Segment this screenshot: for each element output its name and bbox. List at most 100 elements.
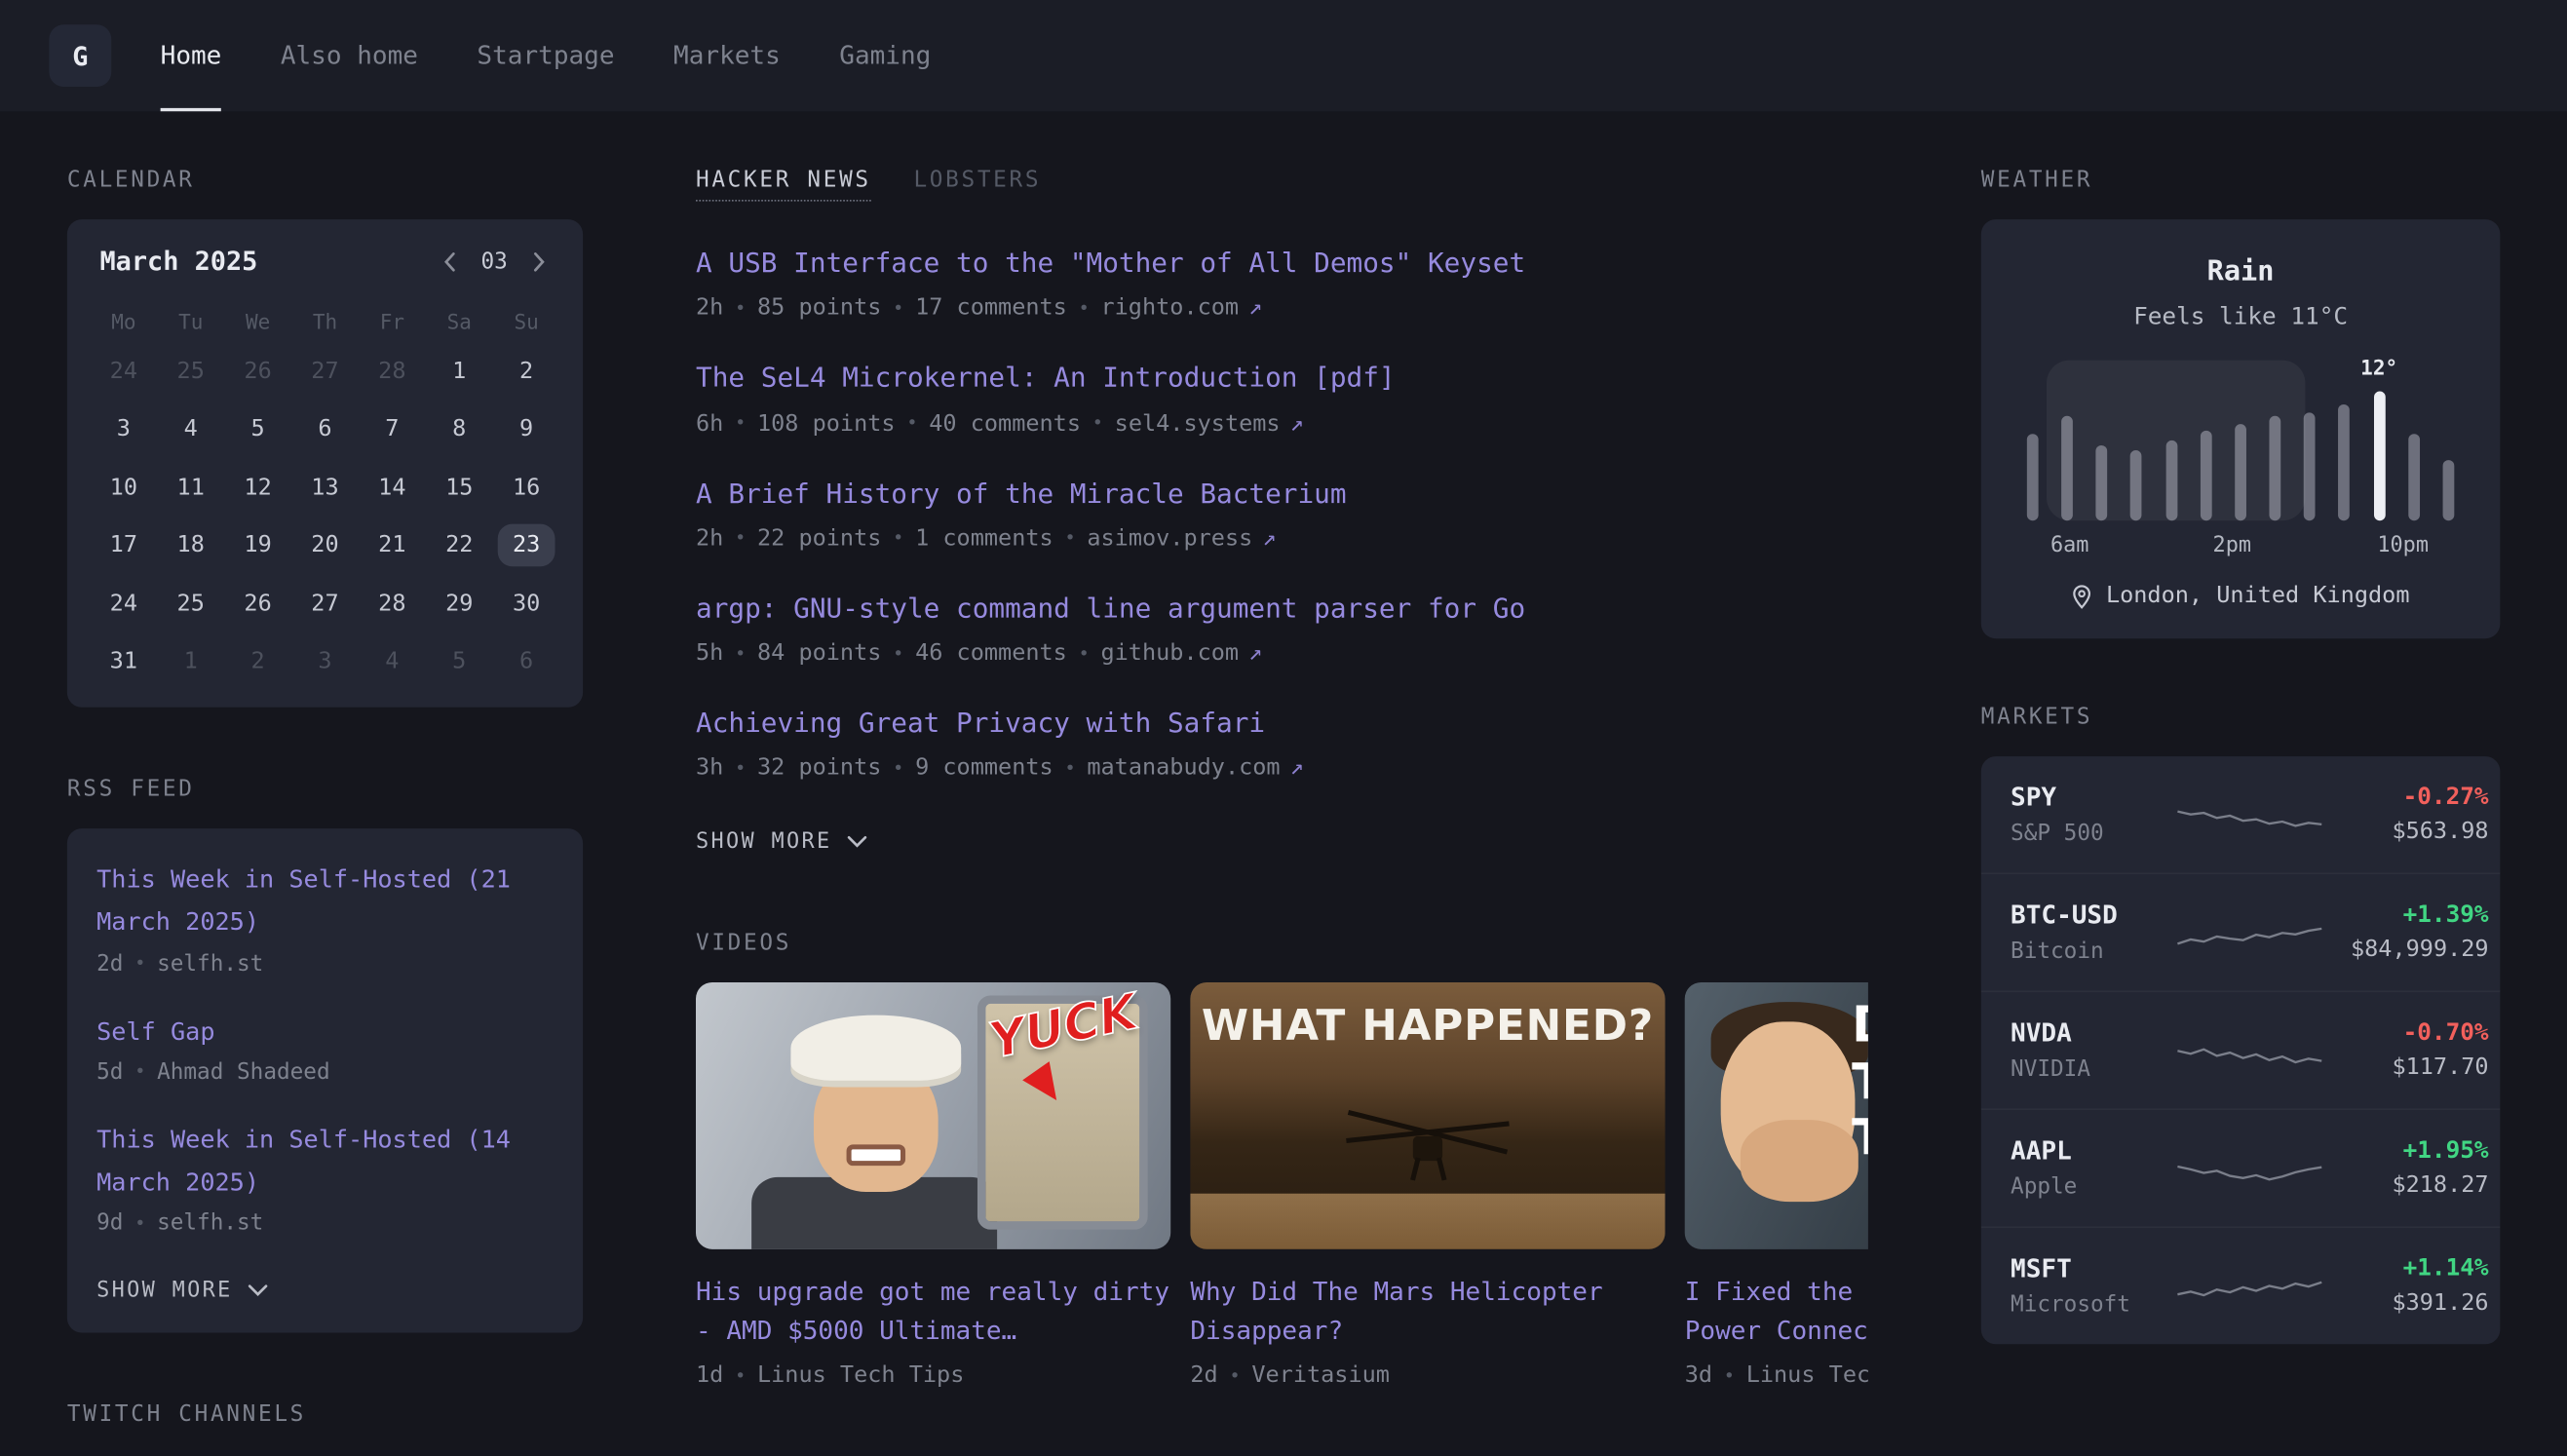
weather-bar [2442, 460, 2454, 520]
widget-title-weather: WEATHER [1981, 167, 2501, 193]
calendar-day[interactable]: 8 [426, 401, 493, 459]
video-meta: 2d•Veritasium [1190, 1362, 1665, 1389]
market-row-msft[interactable]: MSFTMicrosoft+1.14%$391.26 [1981, 1226, 2501, 1344]
markets-list: SPYS&P 500-0.27%$563.98BTC-USDBitcoin+1.… [1981, 756, 2501, 1344]
nav-tab-also-home[interactable]: Also home [281, 0, 418, 111]
calendar-day[interactable]: 17 [90, 517, 157, 575]
video-title[interactable]: His upgrade got me really dirty - AMD $5… [696, 1273, 1170, 1352]
calendar-day[interactable]: 4 [157, 401, 224, 459]
calendar-day[interactable]: 6 [493, 632, 560, 691]
calendar-day[interactable]: 23 [493, 517, 560, 575]
news-item-title[interactable]: The SeL4 Microkernel: An Introduction [p… [696, 361, 1868, 397]
news-item-source-link[interactable]: asimov.press↗ [1087, 525, 1276, 552]
tab-lobsters[interactable]: LOBSTERS [913, 167, 1041, 193]
weather-hour-labels: 6am2pm10pm [2027, 534, 2454, 560]
calendar-day[interactable]: 11 [157, 458, 224, 517]
video-title[interactable]: Why Did The Mars Helicopter Disappear? [1190, 1273, 1665, 1352]
nav-tab-markets[interactable]: Markets [673, 0, 781, 111]
news-item-source-link[interactable]: sel4.systems↗ [1115, 410, 1304, 437]
calendar-day[interactable]: 28 [359, 342, 426, 401]
rss-show-more-button-label: SHOW MORE [96, 1280, 233, 1304]
nav-tab-home[interactable]: Home [161, 0, 222, 111]
calendar-day[interactable]: 14 [359, 458, 426, 517]
calendar-day[interactable]: 30 [493, 575, 560, 633]
calendar-day[interactable]: 6 [291, 401, 359, 459]
calendar-grid: 2425262728123456789101112131415161718192… [90, 342, 559, 691]
nav-tab-gaming[interactable]: Gaming [839, 0, 931, 111]
news-tabs: HACKER NEWS LOBSTERS [696, 167, 1868, 193]
separator-dot: • [134, 953, 145, 975]
rss-item-age: 5d [96, 1059, 123, 1086]
calendar-day[interactable]: 16 [493, 458, 560, 517]
calendar-day[interactable]: 21 [359, 517, 426, 575]
calendar-day[interactable]: 1 [157, 632, 224, 691]
news-item-source-link[interactable]: righto.com↗ [1100, 295, 1262, 322]
rss-item-title[interactable]: Self Gap [96, 1010, 554, 1053]
calendar-day[interactable]: 13 [291, 458, 359, 517]
calendar-day[interactable]: 5 [224, 401, 291, 459]
calendar-day[interactable]: 29 [426, 575, 493, 633]
calendar-day[interactable]: 4 [359, 632, 426, 691]
market-change: +1.95% [2325, 1138, 2489, 1165]
news-item-age: 3h [696, 755, 723, 782]
video-thumbnail[interactable]: YUCK [696, 983, 1170, 1250]
calendar-day[interactable]: 18 [157, 517, 224, 575]
calendar-day[interactable]: 1 [426, 342, 493, 401]
calendar-widget: March 2025 03 MoTuWeThFrSaSu 24252627281… [67, 219, 583, 708]
news-item-title[interactable]: argp: GNU-style command line argument pa… [696, 591, 1868, 627]
chevron-left-icon[interactable] [439, 249, 462, 273]
news-item-source-link[interactable]: matanabudy.com↗ [1087, 755, 1304, 782]
rss-item-title[interactable]: This Week in Self-Hosted (14 March 2025) [96, 1118, 554, 1204]
calendar-day[interactable]: 24 [90, 575, 157, 633]
calendar-day[interactable]: 25 [157, 575, 224, 633]
calendar-day[interactable]: 2 [224, 632, 291, 691]
video-title[interactable]: I Fixed the 5 Power Connect [1685, 1273, 1868, 1352]
rss-show-more-button[interactable]: SHOW MORE [96, 1280, 268, 1304]
tab-hacker-news[interactable]: HACKER NEWS [696, 167, 871, 193]
calendar-day[interactable]: 9 [493, 401, 560, 459]
video-thumbnail[interactable]: DO TH T [1685, 983, 1868, 1250]
rss-item-title[interactable]: This Week in Self-Hosted (21 March 2025) [96, 858, 554, 943]
calendar-day[interactable]: 26 [224, 342, 291, 401]
calendar-day[interactable]: 22 [426, 517, 493, 575]
market-row-aapl[interactable]: AAPLApple+1.95%$218.27 [1981, 1108, 2501, 1226]
news-item-comments: 17 comments [915, 295, 1067, 322]
calendar-day[interactable]: 5 [426, 632, 493, 691]
market-row-spy[interactable]: SPYS&P 500-0.27%$563.98 [1981, 756, 2501, 872]
news-item-title[interactable]: A Brief History of the Miracle Bacterium [696, 476, 1868, 512]
weather-bar [2304, 412, 2316, 520]
calendar-day[interactable]: 31 [90, 632, 157, 691]
calendar-day[interactable]: 26 [224, 575, 291, 633]
chevron-right-icon[interactable] [527, 249, 551, 273]
calendar-day[interactable]: 27 [291, 575, 359, 633]
calendar-day[interactable]: 19 [224, 517, 291, 575]
calendar-day[interactable]: 27 [291, 342, 359, 401]
video-thumbnail[interactable]: WHAT HAPPENED? [1190, 983, 1665, 1250]
market-row-btc-usd[interactable]: BTC-USDBitcoin+1.39%$84,999.29 [1981, 872, 2501, 990]
calendar-day[interactable]: 24 [90, 342, 157, 401]
calendar-day[interactable]: 25 [157, 342, 224, 401]
calendar-day[interactable]: 3 [291, 632, 359, 691]
calendar-day[interactable]: 12 [224, 458, 291, 517]
nav-tab-startpage[interactable]: Startpage [477, 0, 614, 111]
news-item-title[interactable]: A USB Interface to the "Mother of All De… [696, 246, 1868, 282]
calendar-day[interactable]: 2 [493, 342, 560, 401]
weather-bar: 12° [2373, 391, 2385, 520]
temperature-label: 12° [2360, 355, 2397, 379]
news-show-more-button[interactable]: SHOW MORE [696, 830, 867, 855]
market-row-nvda[interactable]: NVDANVIDIA-0.70%$117.70 [1981, 990, 2501, 1108]
calendar-day[interactable]: 15 [426, 458, 493, 517]
news-item-title[interactable]: Achieving Great Privacy with Safari [696, 706, 1868, 742]
calendar-day[interactable]: 7 [359, 401, 426, 459]
news-item-meta: 2h•22 points•1 comments•asimov.press↗ [696, 525, 1868, 552]
calendar-day[interactable]: 10 [90, 458, 157, 517]
calendar-weekdays: MoTuWeThFrSaSu [90, 310, 559, 334]
calendar-day[interactable]: 20 [291, 517, 359, 575]
rss-item-age: 2d [96, 950, 123, 977]
app-logo[interactable]: G [49, 24, 111, 87]
market-values: +1.95%$218.27 [2325, 1138, 2489, 1199]
calendar-day[interactable]: 28 [359, 575, 426, 633]
rss-item-source: Ahmad Shadeed [157, 1059, 330, 1086]
news-item-source-link[interactable]: github.com↗ [1100, 640, 1262, 667]
calendar-day[interactable]: 3 [90, 401, 157, 459]
